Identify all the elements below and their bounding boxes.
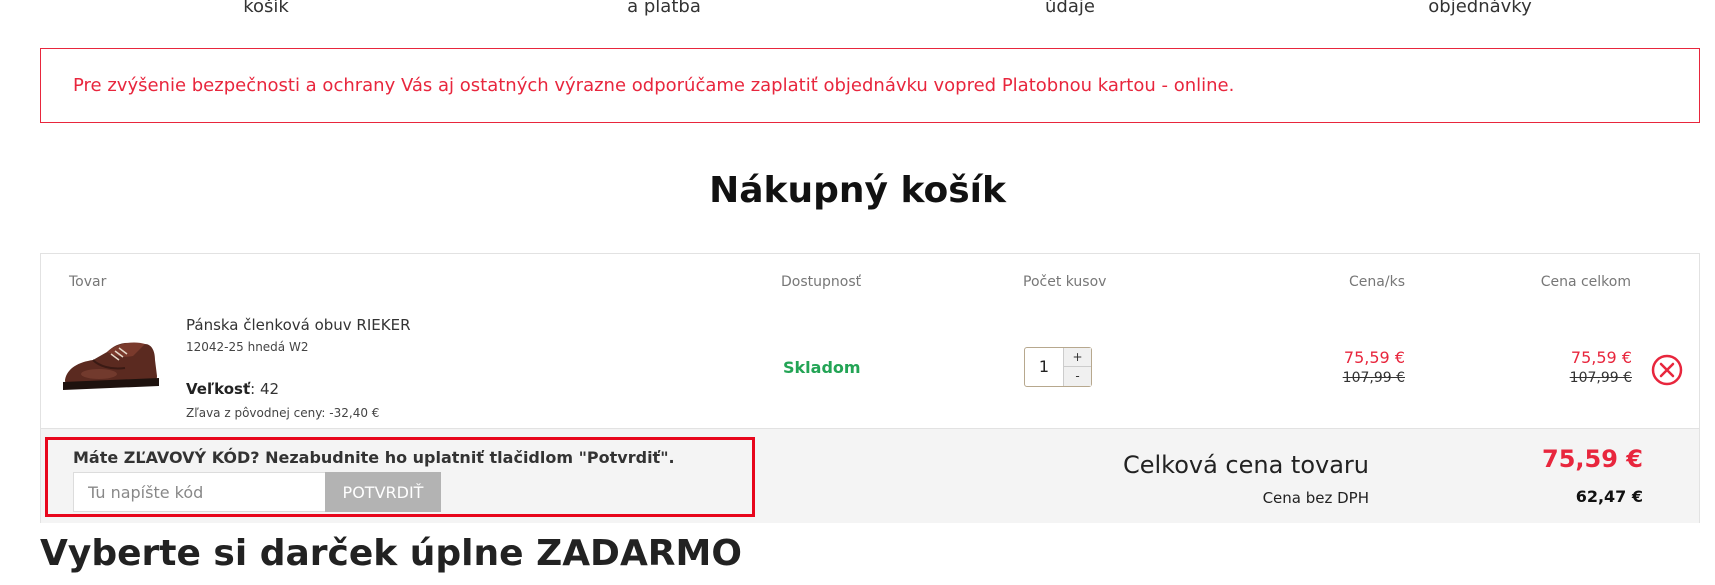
- quantity-increase-button[interactable]: +: [1063, 348, 1091, 367]
- col-header-availability: Dostupnosť: [781, 274, 862, 290]
- promo-confirm-button[interactable]: POTVRDIŤ: [325, 472, 441, 512]
- total-label: Celková cena tovaru: [1122, 451, 1369, 479]
- step-payment-label[interactable]: a platba: [514, 0, 814, 17]
- quantity-decrease-button[interactable]: -: [1063, 367, 1091, 386]
- page-title: Nákupný košík: [709, 170, 1006, 211]
- col-header-total-price: Cena celkom: [1540, 274, 1631, 290]
- product-image[interactable]: [59, 316, 169, 406]
- unit-price-old: 107,99 €: [1342, 370, 1405, 386]
- col-header-product: Tovar: [69, 274, 107, 290]
- step-order-label[interactable]: objednávky: [1330, 0, 1630, 17]
- remove-item-icon[interactable]: [1650, 353, 1684, 387]
- unit-price: 75,59 €: [1343, 348, 1405, 367]
- step-details-label[interactable]: údaje: [920, 0, 1220, 17]
- availability-status: Skladom: [783, 358, 861, 377]
- promo-code-label: Máte ZĽAVOVÝ KÓD? Nezabudnite ho uplatni…: [73, 448, 675, 467]
- security-notice-text: Pre zvýšenie bezpečnosti a ochrany Vás a…: [73, 75, 1235, 96]
- total-price: 75,59 €: [1570, 348, 1632, 367]
- product-name[interactable]: Pánska členková obuv RIEKER: [186, 316, 411, 334]
- total-value: 75,59 €: [1542, 445, 1643, 473]
- product-size-value: : 42: [250, 380, 280, 398]
- cart-table: Tovar Dostupnosť Počet kusov Cena/ks Cen…: [40, 253, 1700, 523]
- product-discount: Zľava z pôvodnej ceny: -32,40 €: [186, 406, 380, 420]
- promo-code-section: Máte ZĽAVOVÝ KÓD? Nezabudnite ho uplatni…: [45, 437, 755, 517]
- promo-code-input[interactable]: [73, 472, 325, 512]
- col-header-unit-price: Cena/ks: [1349, 274, 1405, 290]
- product-size-label: Veľkosť: [186, 380, 251, 398]
- price-without-vat-value: 62,47 €: [1575, 487, 1643, 506]
- col-header-quantity: Počet kusov: [1023, 274, 1107, 290]
- product-size: Veľkosť: 42: [186, 380, 279, 398]
- price-without-vat-label: Cena bez DPH: [1262, 489, 1369, 507]
- total-price-old: 107,99 €: [1569, 370, 1632, 386]
- checkout-steps: košík a platba údaje objednávky: [0, 0, 1715, 20]
- product-code: 12042-25 hnedá W2: [186, 340, 309, 354]
- step-cart-label[interactable]: košík: [116, 0, 416, 17]
- cart-summary: Máte ZĽAVOVÝ KÓD? Nezabudnite ho uplatni…: [41, 428, 1699, 523]
- quantity-stepper: 1 + -: [1024, 347, 1092, 387]
- security-notice: Pre zvýšenie bezpečnosti a ochrany Vás a…: [40, 48, 1700, 123]
- quantity-value[interactable]: 1: [1025, 348, 1063, 386]
- gift-section-title: Vyberte si darček úplne ZADARMO: [40, 533, 742, 574]
